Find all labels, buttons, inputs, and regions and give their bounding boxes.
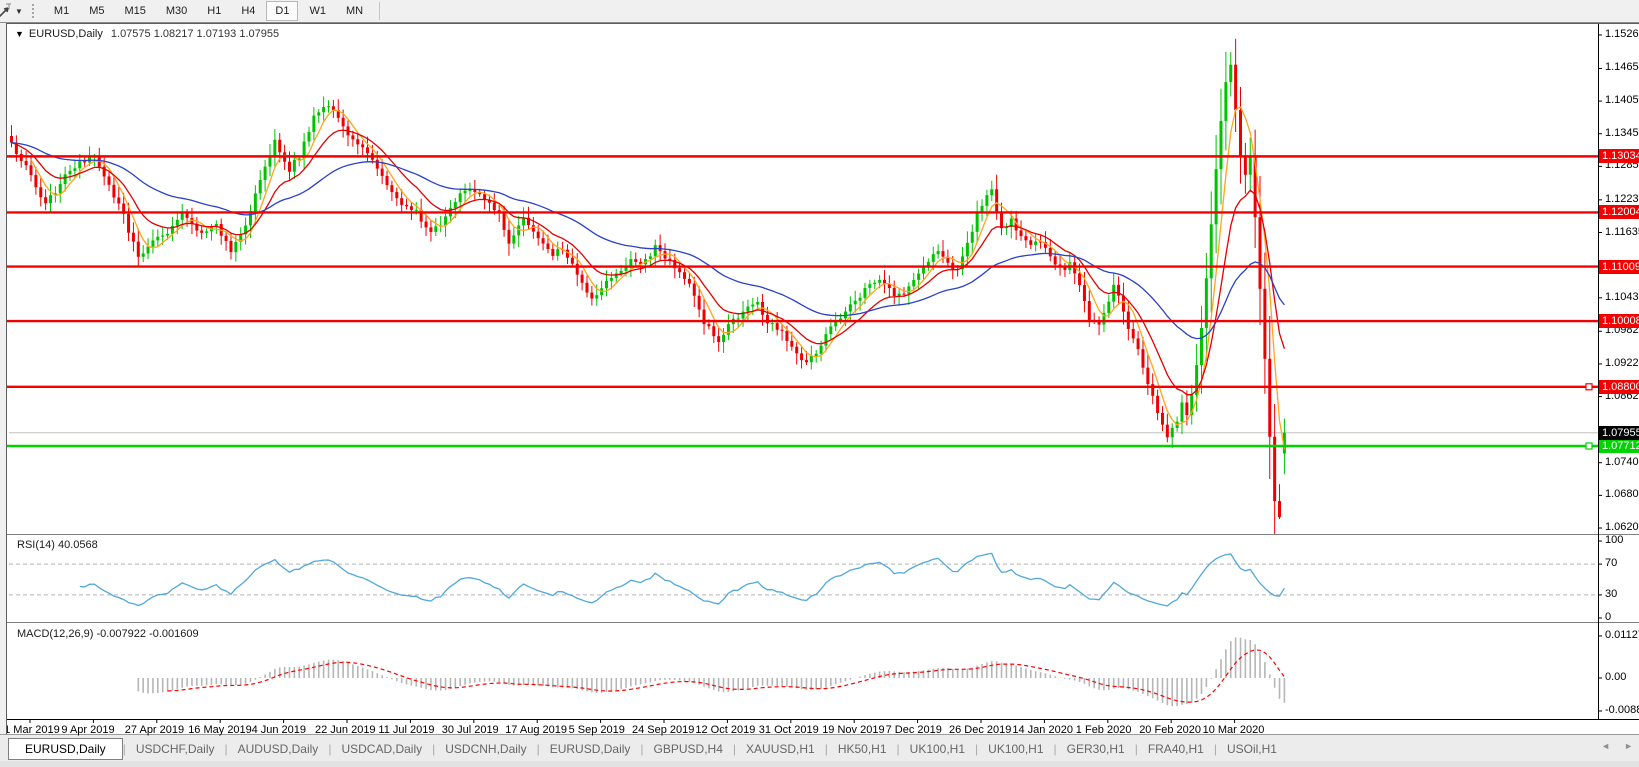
ma-mid-line xyxy=(12,130,1285,395)
price-axis-tick: 1.06205 xyxy=(1605,521,1639,533)
date-axis-label: 1 Feb 2020 xyxy=(1076,724,1132,736)
date-axis-label: 10 Mar 2020 xyxy=(1203,724,1265,736)
chart-tab-4[interactable]: USDCNH,Daily xyxy=(435,739,536,759)
price-panel[interactable] xyxy=(7,39,1598,542)
current-price-label: 1.07955 xyxy=(1599,426,1639,440)
macd-signal-line xyxy=(168,650,1285,702)
collapse-chart-icon[interactable]: ▼ xyxy=(15,29,24,39)
tab-scroll-right-icon[interactable]: ► xyxy=(1624,741,1633,751)
price-axis-tick: 1.09220 xyxy=(1605,357,1639,369)
status-strip xyxy=(0,761,1639,767)
price-line-label: 1.13034 xyxy=(1599,149,1639,163)
price-line-label: 1.10008 xyxy=(1599,314,1639,328)
timeframe-button-mn[interactable]: MN xyxy=(337,1,372,21)
chart-tab-9[interactable]: UK100,H1 xyxy=(900,739,975,759)
price-axis-tick: 1.11635 xyxy=(1605,226,1639,238)
chart-tab-1[interactable]: USDCHF,Daily xyxy=(126,739,225,759)
date-axis-label: 9 Apr 2019 xyxy=(61,724,114,736)
chevron-down-icon[interactable]: ▼ xyxy=(15,7,23,16)
chart-tab-3[interactable]: USDCAD,Daily xyxy=(331,739,432,759)
date-axis-label: 31 Oct 2019 xyxy=(759,724,819,736)
chart-tab-bar: EURUSD,Daily|USDCHF,Daily|AUDUSD,Daily|U… xyxy=(0,734,1639,762)
chart-tab-0[interactable]: EURUSD,Daily xyxy=(8,738,123,760)
chart-window[interactable]: ▼ EURUSD,Daily 1.07575 1.08217 1.07193 1.0… xyxy=(6,23,1639,762)
price-axis-tick: 1.10435 xyxy=(1605,291,1639,303)
price-axis-tick: 1.06805 xyxy=(1605,488,1639,500)
price-axis-tick: 1.13450 xyxy=(1605,127,1639,139)
chart-tab-8[interactable]: HK50,H1 xyxy=(828,739,897,759)
macd-indicator-label: MACD(12,26,9) -0.007922 -0.001609 xyxy=(17,628,199,640)
price-axis-tick: 1.07405 xyxy=(1605,456,1639,468)
chart-tab-5[interactable]: EURUSD,Daily xyxy=(540,739,641,759)
symbol-period-label: EURUSD,Daily xyxy=(29,28,103,40)
toolbar-separator xyxy=(379,2,380,20)
macd-axis-tick: -0.008837 xyxy=(1605,704,1639,716)
date-axis-label: 5 Sep 2019 xyxy=(569,724,625,736)
price-axis-tick: 1.14650 xyxy=(1605,61,1639,73)
chart-tab-11[interactable]: GER30,H1 xyxy=(1057,739,1135,759)
price-axis-tick: 1.12235 xyxy=(1605,193,1639,205)
ohlc-values: 1.07575 1.08217 1.07193 1.07955 xyxy=(111,28,279,40)
chart-tab-12[interactable]: FRA40,H1 xyxy=(1138,739,1214,759)
chart-title: ▼ EURUSD,Daily 1.07575 1.08217 1.07193 1.0… xyxy=(15,28,279,40)
rsi-axis-tick: 100 xyxy=(1605,534,1623,546)
toolbar-grip[interactable] xyxy=(31,3,36,19)
rsi-axis-tick: 30 xyxy=(1605,588,1617,600)
rsi-line xyxy=(80,553,1285,606)
chart-tab-13[interactable]: USOil,H1 xyxy=(1217,739,1287,759)
date-axis-label: 21 Mar 2019 xyxy=(6,724,60,736)
chart-tab-7[interactable]: XAUUSD,H1 xyxy=(736,739,825,759)
date-axis-label: 30 Jul 2019 xyxy=(442,724,499,736)
date-axis-label: 26 Dec 2019 xyxy=(949,724,1011,736)
timeframe-button-m1[interactable]: M1 xyxy=(45,1,78,21)
chart-tab-2[interactable]: AUDUSD,Daily xyxy=(228,739,329,759)
timeframe-buttons: M1M5M15M30H1H4D1W1MN xyxy=(44,1,373,21)
timeframe-toolbar: ▼ M1M5M15M30H1H4D1W1MN xyxy=(0,0,1639,23)
ma-fast-line xyxy=(31,107,1284,449)
date-axis-label: 22 Jun 2019 xyxy=(315,724,376,736)
date-axis-label: 19 Nov 2019 xyxy=(822,724,884,736)
macd-axis-tick: 0.011277 xyxy=(1605,629,1639,641)
date-axis-label: 7 Dec 2019 xyxy=(886,724,942,736)
price-line-label: 1.08800 xyxy=(1599,380,1639,394)
date-axis-label: 24 Sep 2019 xyxy=(632,724,694,736)
cursor-tool-icon[interactable] xyxy=(0,3,13,19)
date-axis-label: 14 Jan 2020 xyxy=(1012,724,1073,736)
date-axis-label: 27 Apr 2019 xyxy=(125,724,184,736)
price-axis-tick: 1.15265 xyxy=(1605,28,1639,40)
macd-panel[interactable] xyxy=(138,637,1284,706)
macd-axis-tick: 0.00 xyxy=(1605,671,1626,683)
hline-handle-1.07712[interactable] xyxy=(1586,443,1592,449)
price-chart-canvas[interactable] xyxy=(7,24,1639,762)
rsi-indicator-label: RSI(14) 40.0568 xyxy=(17,539,98,551)
timeframe-button-w1[interactable]: W1 xyxy=(300,1,335,21)
price-axis-tick: 1.14050 xyxy=(1605,94,1639,106)
price-line-label: 1.11009 xyxy=(1599,260,1639,274)
rsi-axis-tick: 70 xyxy=(1605,557,1617,569)
timeframe-button-m5[interactable]: M5 xyxy=(80,1,113,21)
timeframe-button-m15[interactable]: M15 xyxy=(115,1,154,21)
rsi-axis-tick: 0 xyxy=(1605,611,1611,623)
timeframe-button-h4[interactable]: H4 xyxy=(232,1,264,21)
timeframe-button-d1[interactable]: D1 xyxy=(266,1,298,21)
date-axis-label: 20 Feb 2020 xyxy=(1139,724,1201,736)
date-axis-label: 11 Jul 2019 xyxy=(378,724,434,736)
chart-tab-10[interactable]: UK100,H1 xyxy=(978,739,1053,759)
price-line-label: 1.12004 xyxy=(1599,205,1639,219)
ma-slow-line xyxy=(12,143,1285,339)
date-axis-label: 16 May 2019 xyxy=(188,724,252,736)
timeframe-button-h1[interactable]: H1 xyxy=(198,1,230,21)
rsi-panel[interactable] xyxy=(9,553,1598,606)
chart-tab-6[interactable]: GBPUSD,H4 xyxy=(644,739,733,759)
hline-handle-1.08800[interactable] xyxy=(1586,384,1592,390)
tab-scroll-left-icon[interactable]: ◄ xyxy=(1601,741,1610,751)
date-axis-label: 12 Oct 2019 xyxy=(695,724,755,736)
date-axis-label: 17 Aug 2019 xyxy=(505,724,567,736)
date-axis-label: 4 Jun 2019 xyxy=(252,724,306,736)
timeframe-button-m30[interactable]: M30 xyxy=(157,1,196,21)
tab-scroll-arrows: ◄ ► xyxy=(1601,741,1633,751)
price-line-label: 1.07712 xyxy=(1599,439,1639,453)
mt4-terminal: ▼ M1M5M15M30H1H4D1W1MN ▼ EURUSD,Daily 1.07… xyxy=(0,0,1639,767)
